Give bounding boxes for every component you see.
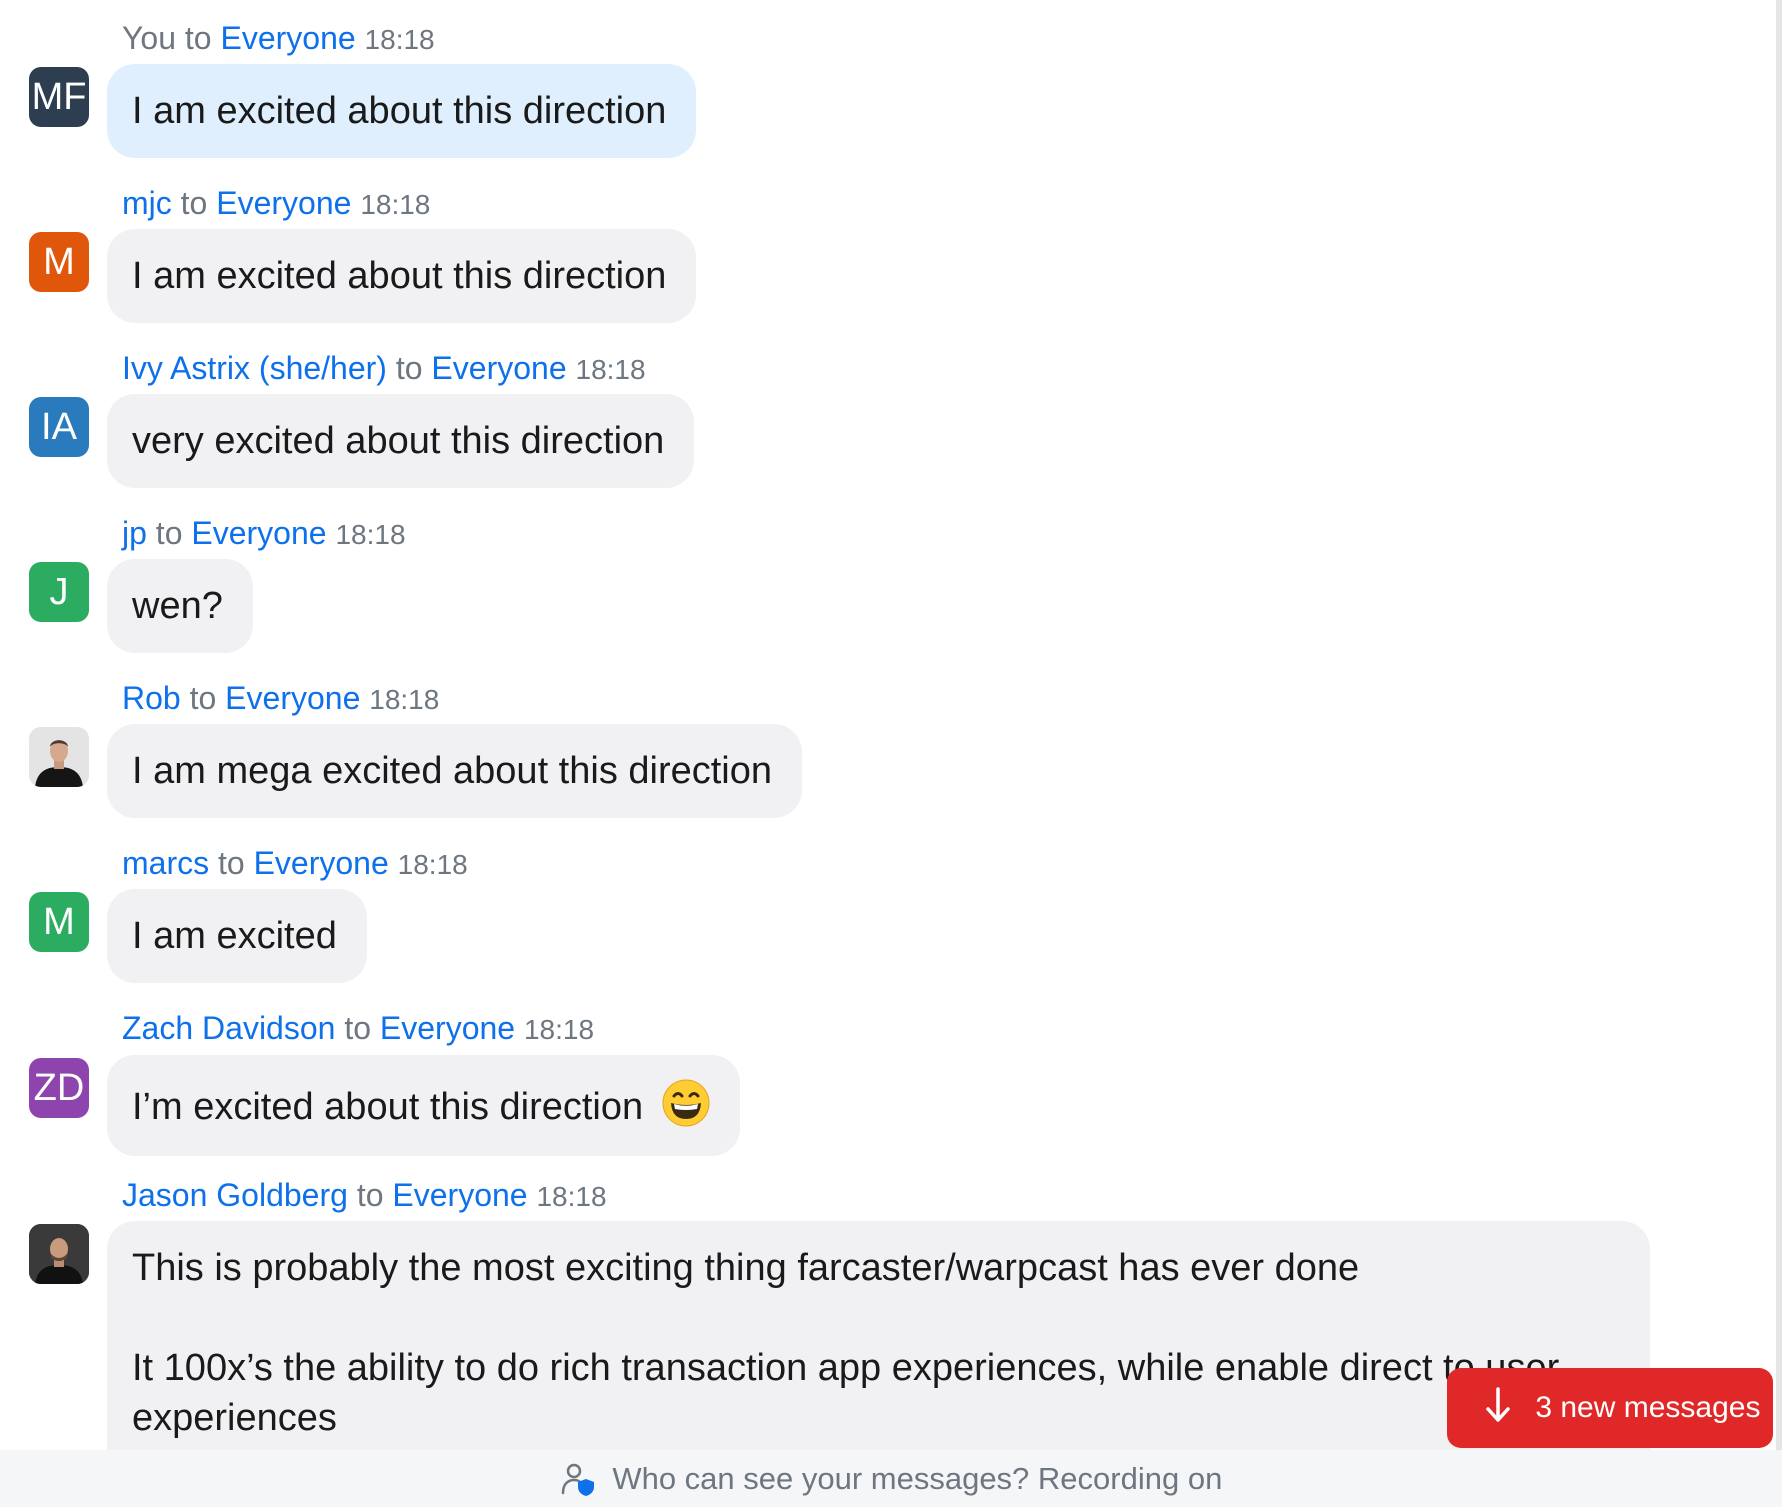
message-time: 18:18	[397, 849, 468, 880]
avatar-photo[interactable]	[29, 727, 89, 787]
recipient-connector: to	[180, 185, 208, 221]
sender-name[interactable]: Jason Goldberg	[122, 1177, 348, 1213]
new-messages-label: 3 new messages	[1535, 1391, 1761, 1424]
message-bubble[interactable]: I am excited about this direction	[107, 64, 697, 158]
message-header: You to Everyone 18:18	[122, 18, 435, 60]
message-time: 18:18	[369, 684, 440, 715]
message-bubble[interactable]: I’m excited about this direction	[107, 1055, 740, 1156]
message-header: mjc to Everyone 18:18	[122, 183, 430, 225]
scrollbar[interactable]	[1776, 0, 1782, 1450]
message-time: 18:18	[523, 1014, 595, 1045]
person-photo-icon	[29, 727, 89, 787]
recipient-name[interactable]: Everyone	[225, 680, 360, 716]
message-time: 18:18	[575, 354, 646, 385]
avatar-initials: M	[43, 241, 75, 283]
recipient-connector: to	[189, 680, 217, 716]
sender-name[interactable]: mjc	[122, 185, 172, 221]
message-time: 18:18	[536, 1181, 607, 1212]
message-bubble[interactable]: I am excited about this direction	[107, 229, 697, 323]
avatar-initials: IA	[41, 406, 77, 448]
avatar-initials: ZD	[33, 1067, 85, 1109]
sender-name[interactable]: Rob	[122, 680, 181, 716]
avatar-initials: J	[49, 571, 69, 613]
recipient-name[interactable]: Everyone	[431, 350, 566, 386]
recipient-connector: to	[395, 350, 423, 386]
message-text-line: It 100x’s the ability to do rich transac…	[132, 1347, 1560, 1389]
message-bubble[interactable]: I am mega excited about this direction	[107, 724, 803, 818]
message-header: Jason Goldberg to Everyone 18:18	[122, 1175, 607, 1217]
message-header: Ivy Astrix (she/her) to Everyone 18:18	[122, 348, 646, 390]
message-bubble[interactable]: very excited about this direction	[107, 394, 695, 488]
message-text: I am excited about this direction	[132, 255, 667, 297]
message-header: Rob to Everyone 18:18	[122, 678, 439, 720]
message-text: I am excited	[132, 915, 337, 957]
chat-message-list[interactable]: You to Everyone 18:18 MF I am excited ab…	[0, 0, 1782, 1450]
person-photo-icon	[29, 1224, 89, 1284]
arrow-down-icon	[1486, 1387, 1510, 1422]
recipient-name[interactable]: Everyone	[191, 515, 326, 551]
message-header: marcs to Everyone 18:18	[122, 843, 468, 885]
message-bubble[interactable]: wen?	[107, 559, 253, 653]
recipient-name[interactable]: Everyone	[220, 20, 355, 56]
sender-name[interactable]: Zach Davidson	[122, 1010, 335, 1046]
avatar-initials: MF	[31, 76, 87, 118]
message-text: I am mega excited about this direction	[132, 750, 773, 792]
recipient-connector: to	[218, 845, 245, 881]
avatar[interactable]: J	[29, 562, 89, 622]
recipient-connector: to	[344, 1010, 372, 1046]
message-text-line: experiences	[132, 1397, 337, 1439]
recipient-name[interactable]: Everyone	[216, 185, 351, 221]
recipient-connector: to	[155, 515, 183, 551]
avatar-photo[interactable]	[29, 1224, 89, 1284]
user-shield-icon	[561, 1463, 594, 1496]
message-text-line: This is probably the most exciting thing…	[132, 1247, 1360, 1289]
footer-text: Who can see your messages? Recording on	[612, 1461, 1223, 1496]
recipient-name[interactable]: Everyone	[380, 1010, 515, 1046]
avatar[interactable]: IA	[29, 397, 89, 457]
recipient-connector: to	[356, 1177, 384, 1213]
avatar[interactable]: ZD	[29, 1058, 89, 1118]
avatar[interactable]: MF	[29, 67, 89, 127]
message-header: Zach Davidson to Everyone 18:18	[122, 1008, 594, 1050]
message-time: 18:18	[364, 24, 435, 55]
recipient-name[interactable]: Everyone	[392, 1177, 527, 1213]
new-messages-button[interactable]: 3 new messages	[1447, 1368, 1773, 1448]
sender-name: You	[122, 20, 176, 56]
avatar[interactable]: M	[29, 892, 89, 952]
message-time: 18:18	[360, 189, 431, 220]
sender-name[interactable]: jp	[122, 515, 147, 551]
message-bubble[interactable]: I am excited	[107, 889, 367, 983]
message-text: I am excited about this direction	[132, 90, 667, 132]
avatar[interactable]: M	[29, 232, 89, 292]
message-text: very excited about this direction	[132, 420, 665, 462]
message-text: wen?	[132, 585, 223, 627]
recipient-connector: to	[184, 20, 212, 56]
visibility-footer[interactable]: Who can see your messages? Recording on	[0, 1450, 1782, 1507]
avatar-initials: M	[43, 901, 75, 943]
message-header: jp to Everyone 18:18	[122, 513, 406, 555]
message-time: 18:18	[335, 519, 406, 550]
grinning-face-emoji-icon	[662, 1079, 710, 1127]
sender-name[interactable]: Ivy Astrix (she/her)	[122, 350, 387, 386]
message-bubble[interactable]: This is probably the most exciting thing…	[107, 1221, 1650, 1450]
sender-name[interactable]: marcs	[122, 845, 209, 881]
recipient-name[interactable]: Everyone	[254, 845, 389, 881]
message-text: I’m excited about this direction	[132, 1086, 644, 1128]
